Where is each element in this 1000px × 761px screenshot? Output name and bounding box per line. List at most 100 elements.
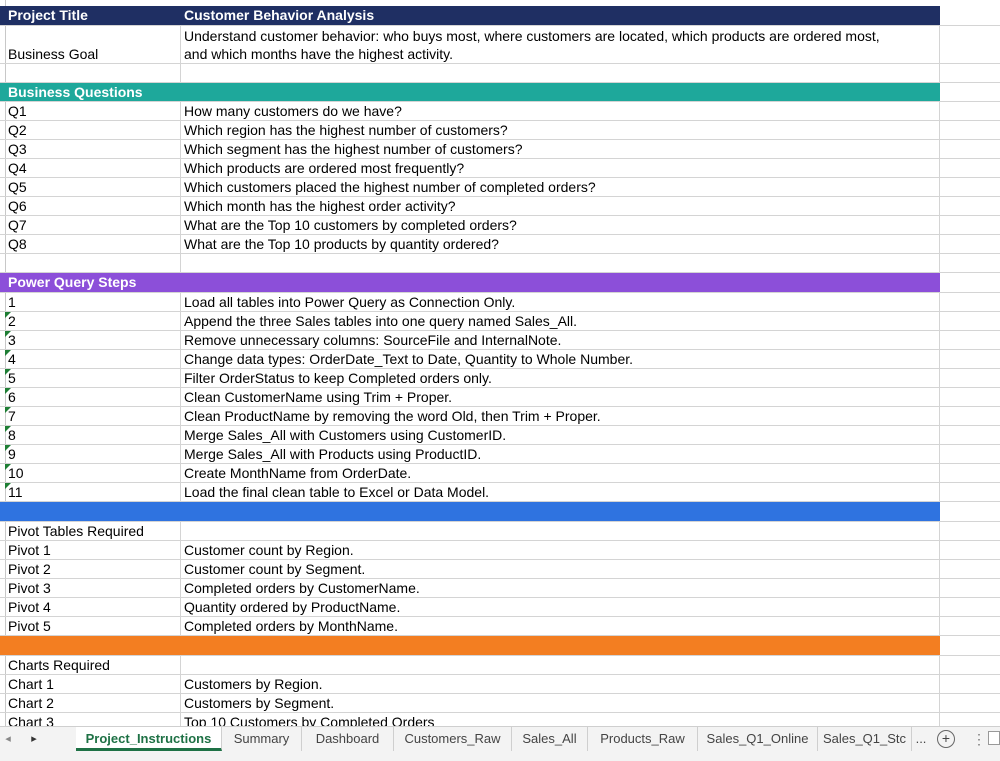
- empty-cell[interactable]: [940, 102, 1000, 120]
- empty-cell[interactable]: [940, 598, 1000, 616]
- pivot-id[interactable]: Pivot 2: [5, 560, 181, 578]
- business-goal-label[interactable]: Business Goal: [5, 26, 181, 63]
- empty-cell[interactable]: [940, 369, 1000, 387]
- power-query-title[interactable]: Power Query Steps: [5, 273, 305, 292]
- question-id[interactable]: Q7: [5, 216, 181, 234]
- step-row[interactable]: 6 Clean CustomerName using Trim + Proper.: [0, 388, 1000, 407]
- pivot-text[interactable]: Customer count by Region.: [181, 541, 940, 559]
- empty-cell[interactable]: [940, 675, 1000, 693]
- business-goal-value[interactable]: Understand customer behavior: who buys m…: [181, 26, 940, 63]
- chart-row[interactable]: Chart 1 Customers by Region.: [0, 675, 1000, 694]
- empty-cell[interactable]: [940, 636, 1000, 655]
- more-tabs-button[interactable]: ...: [912, 727, 930, 751]
- empty-cell[interactable]: [940, 197, 1000, 215]
- blue-band-row[interactable]: [0, 502, 1000, 522]
- pivot-tables-header[interactable]: Pivot Tables Required: [0, 522, 1000, 541]
- question-text[interactable]: Which segment has the highest number of …: [181, 140, 940, 158]
- tab-customers-raw[interactable]: Customers_Raw: [394, 727, 512, 751]
- empty-cell[interactable]: [940, 694, 1000, 712]
- empty-cell[interactable]: [940, 464, 1000, 482]
- question-row[interactable]: Q4 Which products are ordered most freque…: [0, 159, 1000, 178]
- empty-cell[interactable]: [181, 522, 940, 540]
- pivot-row[interactable]: Pivot 5 Completed orders by MonthName.: [0, 617, 1000, 636]
- empty-cell[interactable]: [940, 216, 1000, 234]
- step-row[interactable]: 2 Append the three Sales tables into one …: [0, 312, 1000, 331]
- blank-row[interactable]: [0, 64, 1000, 83]
- project-title-row[interactable]: Project Title Customer Behavior Analysis: [0, 6, 1000, 26]
- chart-id[interactable]: Chart 2: [5, 694, 181, 712]
- empty-cell[interactable]: [940, 388, 1000, 406]
- tab-summary[interactable]: Summary: [222, 727, 302, 751]
- pivot-row[interactable]: Pivot 3 Completed orders by CustomerName.: [0, 579, 1000, 598]
- chart-id[interactable]: Chart 1: [5, 675, 181, 693]
- step-id[interactable]: 5: [5, 369, 181, 387]
- pivot-row[interactable]: Pivot 1 Customer count by Region.: [0, 541, 1000, 560]
- empty-cell[interactable]: [940, 64, 1000, 82]
- charts-title[interactable]: Charts Required: [5, 656, 181, 674]
- empty-cell[interactable]: [181, 656, 940, 674]
- step-row[interactable]: 8 Merge Sales_All with Customers using Cu…: [0, 426, 1000, 445]
- orange-band-row[interactable]: [0, 636, 1000, 656]
- question-id[interactable]: Q2: [5, 121, 181, 139]
- pivot-id[interactable]: Pivot 4: [5, 598, 181, 616]
- empty-cell[interactable]: [940, 617, 1000, 635]
- empty-cell[interactable]: [940, 407, 1000, 425]
- step-row[interactable]: 1 Load all tables into Power Query as Con…: [0, 293, 1000, 312]
- step-id[interactable]: 4: [5, 350, 181, 368]
- scroll-tabs-right-button[interactable]: ▸: [24, 727, 44, 751]
- horizontal-scrollbar[interactable]: [988, 731, 1000, 745]
- question-text[interactable]: What are the Top 10 products by quantity…: [181, 235, 940, 253]
- step-text[interactable]: Load the final clean table to Excel or D…: [181, 483, 940, 501]
- step-id[interactable]: 11: [5, 483, 181, 501]
- empty-cell[interactable]: [940, 502, 1000, 521]
- chart-text[interactable]: Top 10 Customers by Completed Orders: [181, 713, 940, 726]
- step-row[interactable]: 3 Remove unnecessary columns: SourceFile …: [0, 331, 1000, 350]
- empty-cell[interactable]: [940, 483, 1000, 501]
- charts-header[interactable]: Charts Required: [0, 656, 1000, 675]
- pivot-text[interactable]: Customer count by Segment.: [181, 560, 940, 578]
- empty-cell[interactable]: [940, 312, 1000, 330]
- question-id[interactable]: Q4: [5, 159, 181, 177]
- question-id[interactable]: Q5: [5, 178, 181, 196]
- empty-cell[interactable]: [940, 713, 1000, 726]
- step-id[interactable]: 2: [5, 312, 181, 330]
- question-id[interactable]: Q1: [5, 102, 181, 120]
- pivot-id[interactable]: Pivot 1: [5, 541, 181, 559]
- step-row[interactable]: 5 Filter OrderStatus to keep Completed or…: [0, 369, 1000, 388]
- chart-row[interactable]: Chart 3 Top 10 Customers by Completed Ord…: [0, 713, 1000, 726]
- question-row[interactable]: Q8 What are the Top 10 products by quanti…: [0, 235, 1000, 254]
- empty-cell[interactable]: [940, 140, 1000, 158]
- step-text[interactable]: Change data types: OrderDate_Text to Dat…: [181, 350, 940, 368]
- empty-cell[interactable]: [940, 273, 1000, 292]
- empty-cell[interactable]: [940, 159, 1000, 177]
- business-goal-row[interactable]: Business Goal Understand customer behavi…: [0, 26, 1000, 64]
- project-title-label[interactable]: Project Title: [5, 6, 181, 25]
- step-id[interactable]: 6: [5, 388, 181, 406]
- question-text[interactable]: Which customers placed the highest numbe…: [181, 178, 940, 196]
- pivot-row[interactable]: Pivot 2 Customer count by Segment.: [0, 560, 1000, 579]
- pivot-tables-title[interactable]: Pivot Tables Required: [5, 522, 181, 540]
- step-id[interactable]: 7: [5, 407, 181, 425]
- tab-products-raw[interactable]: Products_Raw: [588, 727, 698, 751]
- tab-sales-q1-stc[interactable]: Sales_Q1_Stc: [818, 727, 912, 751]
- step-text[interactable]: Filter OrderStatus to keep Completed ord…: [181, 369, 940, 387]
- step-text[interactable]: Merge Sales_All with Customers using Cus…: [181, 426, 940, 444]
- step-row[interactable]: 9 Merge Sales_All with Products using Pro…: [0, 445, 1000, 464]
- empty-cell[interactable]: [940, 121, 1000, 139]
- question-id[interactable]: Q6: [5, 197, 181, 215]
- step-id[interactable]: 8: [5, 426, 181, 444]
- question-row[interactable]: Q6 Which month has the highest order acti…: [0, 197, 1000, 216]
- step-text[interactable]: Clean ProductName by removing the word O…: [181, 407, 940, 425]
- chart-text[interactable]: Customers by Segment.: [181, 694, 940, 712]
- step-row[interactable]: 4 Change data types: OrderDate_Text to Da…: [0, 350, 1000, 369]
- scroll-tabs-left-button[interactable]: ◂: [0, 727, 16, 751]
- chart-text[interactable]: Customers by Region.: [181, 675, 940, 693]
- step-row[interactable]: 11 Load the final clean table to Excel or…: [0, 483, 1000, 502]
- chart-id[interactable]: Chart 3: [5, 713, 181, 726]
- question-row[interactable]: Q2 Which region has the highest number of…: [0, 121, 1000, 140]
- step-id[interactable]: 10: [5, 464, 181, 482]
- empty-cell[interactable]: [5, 254, 181, 272]
- pivot-text[interactable]: Completed orders by CustomerName.: [181, 579, 940, 597]
- question-row[interactable]: Q5 Which customers placed the highest num…: [0, 178, 1000, 197]
- question-text[interactable]: What are the Top 10 customers by complet…: [181, 216, 940, 234]
